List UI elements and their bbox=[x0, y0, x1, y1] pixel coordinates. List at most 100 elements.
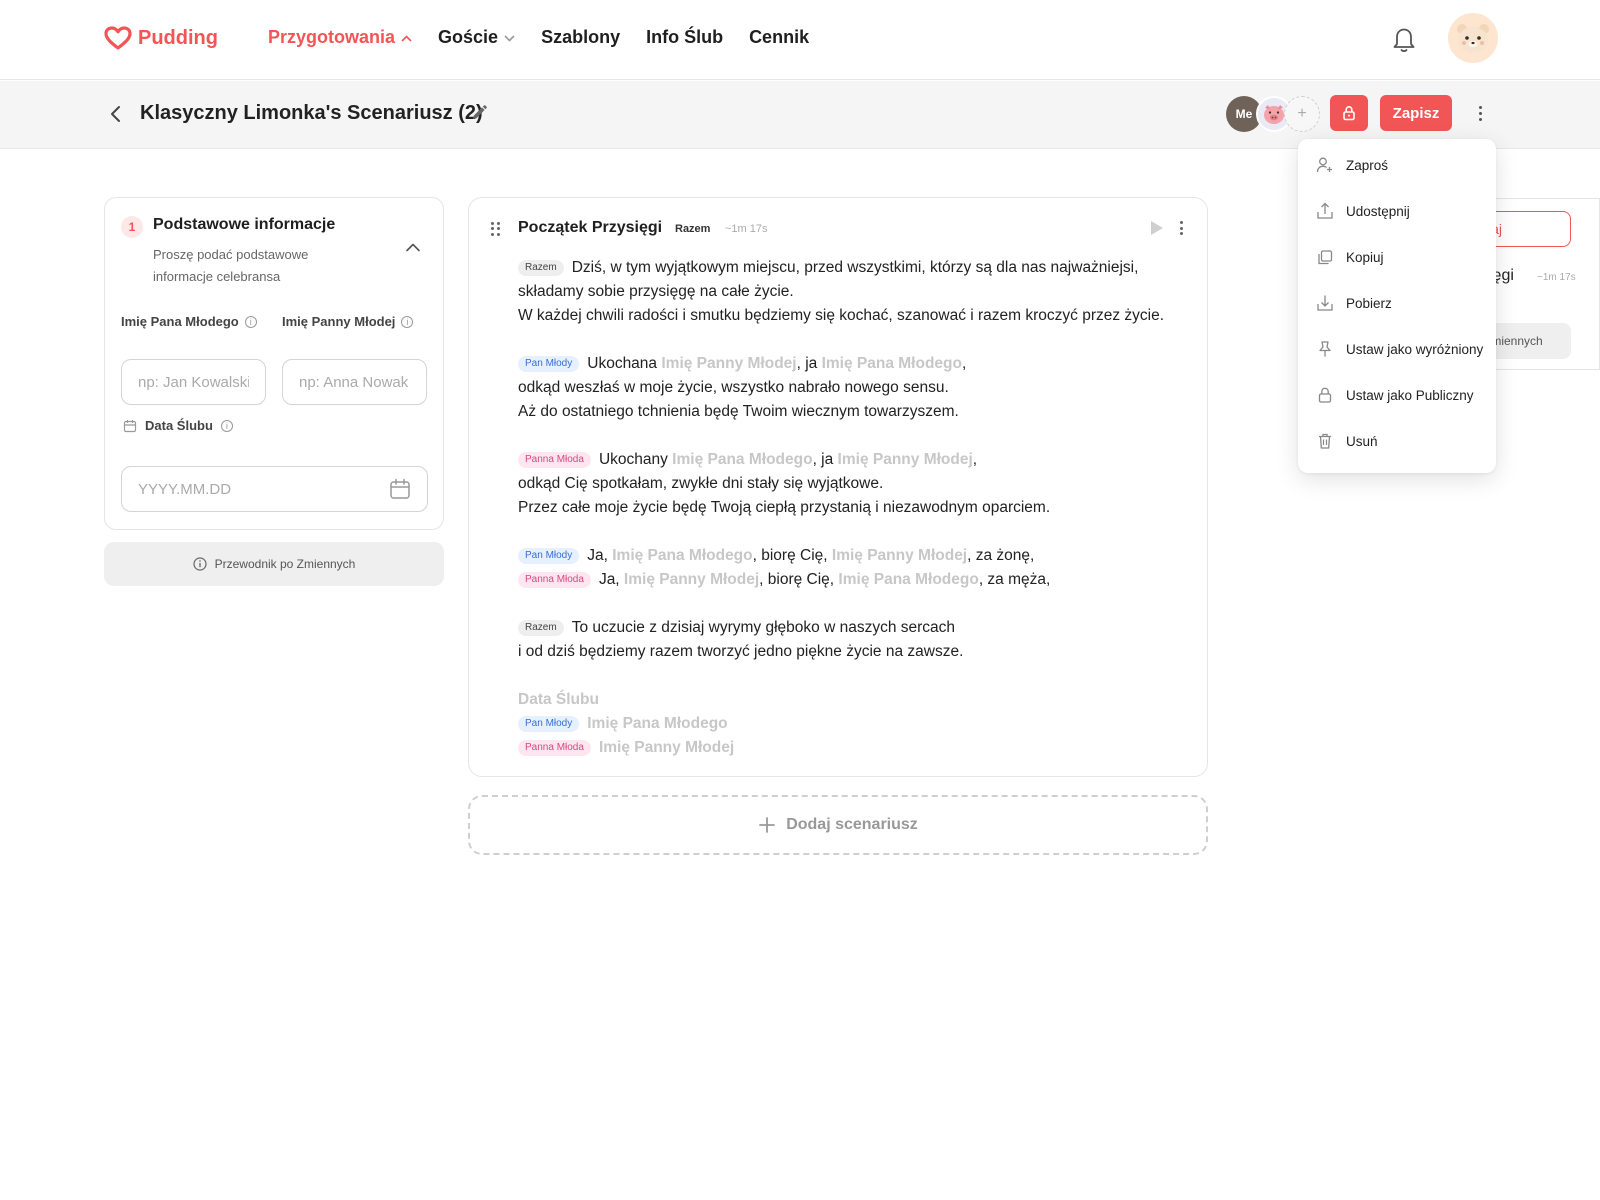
menu-item-label: Kopiuj bbox=[1346, 249, 1384, 265]
share-icon bbox=[1317, 202, 1333, 219]
variables-guide-button[interactable]: Przewodnik po Zmiennych bbox=[104, 542, 444, 586]
line-text: , bbox=[972, 451, 978, 468]
menu-item-label: Zaproś bbox=[1346, 157, 1389, 173]
pencil-icon[interactable] bbox=[470, 104, 488, 122]
play-icon[interactable] bbox=[1151, 221, 1163, 235]
menu-item-set-featured[interactable]: Ustaw jako wyróżniony bbox=[1298, 329, 1496, 369]
script-duration: ~1m 17s bbox=[725, 223, 768, 235]
script-role: Razem bbox=[675, 223, 711, 235]
nav-item-label: Goście bbox=[438, 27, 499, 47]
role-badge-razem: Razem bbox=[518, 260, 564, 276]
line-text: Ukochana bbox=[587, 355, 662, 372]
menu-item-download[interactable]: Pobierz bbox=[1298, 283, 1496, 323]
role-badge-panna-mloda: Panna Młoda bbox=[518, 740, 591, 756]
user-plus-icon bbox=[1316, 157, 1332, 173]
signature-line: Data Ślubu bbox=[518, 688, 1188, 712]
chevron-up-icon[interactable] bbox=[405, 242, 421, 252]
nav-item-cennik[interactable]: Cennik bbox=[749, 27, 809, 48]
nav-item-goscie[interactable]: Goście bbox=[438, 27, 515, 48]
menu-item-label: Pobierz bbox=[1346, 295, 1392, 311]
variable-groom-name[interactable]: Imię Pana Młodego bbox=[672, 448, 812, 472]
line-text: składamy sobie przysięgę na całe życie. bbox=[518, 283, 794, 300]
info-icon[interactable]: i bbox=[401, 315, 414, 328]
script-line: odkąd Cię spotkałam, zwykłe dni stały si… bbox=[518, 472, 1188, 496]
options-dropdown-menu: Zaproś Udostępnij Kopiuj Pobierz Ustaw j… bbox=[1298, 139, 1496, 473]
wedding-date-input[interactable]: YYYY.MM.DD bbox=[121, 466, 428, 512]
menu-item-set-public[interactable]: Ustaw jako Publiczny bbox=[1298, 375, 1496, 415]
variable-bride-name[interactable]: Imię Panny Młodej bbox=[661, 352, 796, 376]
menu-item-share[interactable]: Udostępnij bbox=[1298, 191, 1496, 231]
nav-item-przygotowania[interactable]: Przygotowania bbox=[268, 27, 412, 48]
main-nav: Przygotowania Goście Szablony Info Ślub … bbox=[268, 27, 809, 48]
menu-item-delete[interactable]: Usuń bbox=[1298, 421, 1496, 461]
variable-groom-name[interactable]: Imię Pana Młodego bbox=[838, 568, 978, 592]
lock-icon bbox=[1343, 105, 1355, 121]
variable-wedding-date[interactable]: Data Ślubu bbox=[518, 688, 599, 712]
line-text: , biorę Cię, bbox=[759, 571, 839, 588]
variable-groom-name[interactable]: Imię Pana Młodego bbox=[587, 712, 727, 736]
menu-item-invite[interactable]: Zaproś bbox=[1298, 145, 1496, 185]
script-line: Razem Dziś, w tym wyjątkowym miejscu, pr… bbox=[518, 256, 1188, 280]
info-icon[interactable]: i bbox=[220, 419, 233, 432]
script-line: odkąd weszłaś w moje życie, wszystko nab… bbox=[518, 376, 1188, 400]
calendar-small-icon bbox=[123, 419, 137, 432]
line-text: Aż do ostatniego tchnienia będę Twoim wi… bbox=[518, 403, 959, 420]
role-badge-pan-mlody: Pan Młody bbox=[518, 356, 580, 372]
lock-button[interactable] bbox=[1330, 95, 1368, 131]
menu-item-label: Udostępnij bbox=[1346, 203, 1410, 219]
role-badge-pan-mlody: Pan Młody bbox=[518, 548, 580, 564]
card-options-icon[interactable] bbox=[1178, 221, 1184, 235]
save-button[interactable]: Zapisz bbox=[1380, 95, 1452, 131]
info-icon[interactable]: i bbox=[244, 315, 257, 328]
line-text: Ja, bbox=[598, 571, 624, 588]
line-text: W każdej chwili radości i smutku będziem… bbox=[518, 307, 1165, 324]
script-line: Pan Młody Ja, Imię Pana Młodego, biorę C… bbox=[518, 544, 1188, 568]
info-circle-icon bbox=[193, 557, 207, 571]
script-body[interactable]: Razem Dziś, w tym wyjątkowym miejscu, pr… bbox=[518, 256, 1188, 760]
menu-item-copy[interactable]: Kopiuj bbox=[1298, 237, 1496, 277]
line-text: , bbox=[961, 355, 967, 372]
drag-handle-icon[interactable] bbox=[491, 222, 501, 236]
back-arrow-icon[interactable] bbox=[108, 103, 124, 125]
date-placeholder: YYYY.MM.DD bbox=[138, 480, 232, 498]
calendar-icon[interactable] bbox=[389, 478, 411, 500]
groom-name-input[interactable] bbox=[121, 359, 266, 405]
card-subtitle: Proszę podać podstawowe informacje celeb… bbox=[153, 247, 309, 284]
role-badge-pan-mlody: Pan Młody bbox=[518, 716, 580, 732]
chevron-down-icon bbox=[504, 31, 515, 45]
user-avatar[interactable] bbox=[1448, 13, 1498, 63]
line-text: odkąd Cię spotkałam, zwykłe dni stały si… bbox=[518, 475, 884, 492]
add-collaborator-button[interactable]: + bbox=[1284, 96, 1320, 132]
groom-name-label: Imię Pana Młodego i bbox=[121, 314, 257, 329]
variable-bride-name[interactable]: Imię Panny Młodej bbox=[599, 736, 734, 760]
line-text: To uczucie z dzisiaj wyrymy głęboko w na… bbox=[571, 619, 956, 636]
script-line: Razem To uczucie z dzisiaj wyrymy głębok… bbox=[518, 616, 1188, 640]
copy-icon bbox=[1318, 250, 1333, 265]
signature-line: Panna Młoda Imię Panny Młodej bbox=[518, 736, 1188, 760]
variable-groom-name[interactable]: Imię Pana Młodego bbox=[822, 352, 962, 376]
nav-item-szablony[interactable]: Szablony bbox=[541, 27, 620, 48]
role-badge-panna-mloda: Panna Młoda bbox=[518, 452, 591, 468]
role-badge-panna-mloda: Panna Młoda bbox=[518, 572, 591, 588]
variable-bride-name[interactable]: Imię Panny Młodej bbox=[832, 544, 967, 568]
line-text: , ja bbox=[812, 451, 838, 468]
plus-icon bbox=[759, 817, 776, 833]
bride-name-input[interactable] bbox=[282, 359, 427, 405]
menu-item-label: Ustaw jako wyróżniony bbox=[1346, 341, 1484, 357]
variable-bride-name[interactable]: Imię Panny Młodej bbox=[838, 448, 973, 472]
nav-item-info-slub[interactable]: Info Ślub bbox=[646, 27, 723, 48]
variable-bride-name[interactable]: Imię Panny Młodej bbox=[624, 568, 759, 592]
nav-item-label: Przygotowania bbox=[268, 27, 396, 47]
more-options-icon[interactable] bbox=[1472, 101, 1488, 125]
chevron-up-icon bbox=[401, 31, 412, 45]
script-line: Aż do ostatniego tchnienia będę Twoim wi… bbox=[518, 400, 1188, 424]
line-text: i od dziś będziemy razem tworzyć jedno p… bbox=[518, 643, 964, 660]
page-title: Klasyczny Limonka's Scenariusz (2) bbox=[140, 102, 483, 124]
line-text: , za męża, bbox=[978, 571, 1051, 588]
bell-icon[interactable] bbox=[1390, 24, 1418, 54]
variable-groom-name[interactable]: Imię Pana Młodego bbox=[612, 544, 752, 568]
add-script-button[interactable]: Dodaj scenariusz bbox=[468, 795, 1208, 855]
variables-guide-label: Przewodnik po Zmiennych bbox=[214, 557, 356, 571]
line-text: Ja, bbox=[587, 547, 613, 564]
brand-logo[interactable]: Pudding bbox=[104, 26, 218, 50]
